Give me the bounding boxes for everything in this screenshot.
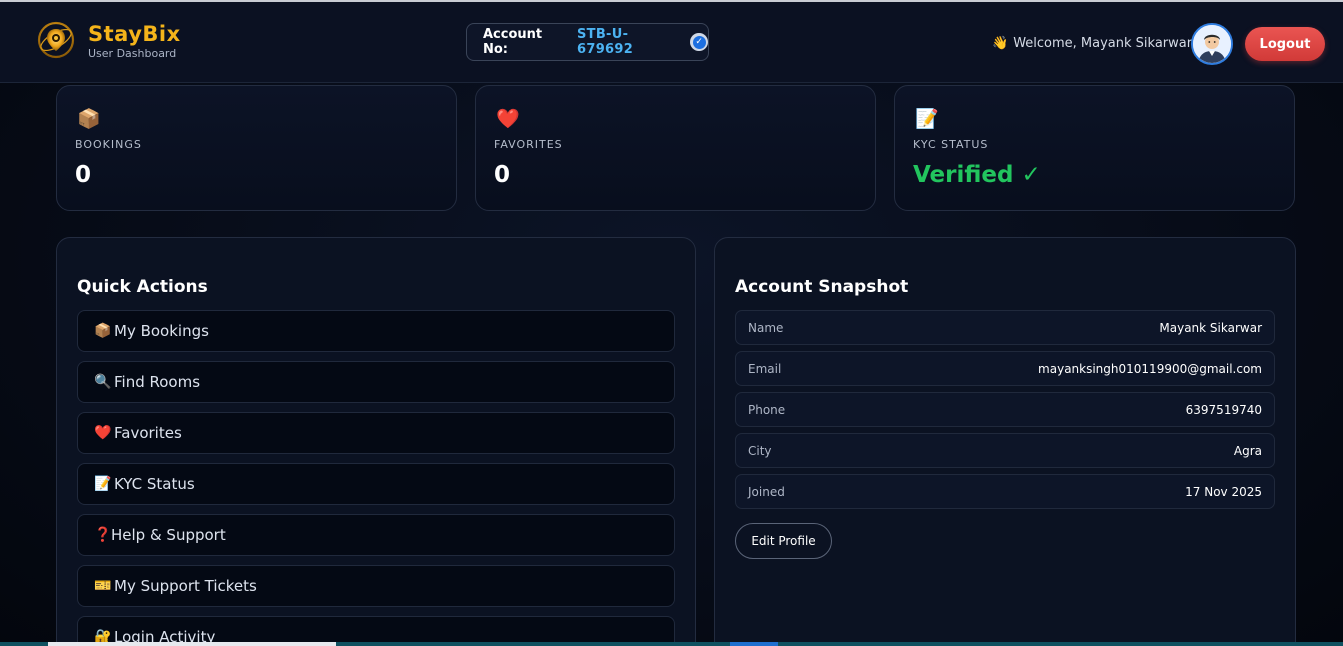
- logout-button[interactable]: Logout: [1245, 27, 1325, 61]
- snapshot-key: Email: [748, 361, 782, 376]
- snapshot-key: Name: [748, 320, 784, 335]
- horizontal-scrollbar-thumb[interactable]: [48, 642, 336, 646]
- snapshot-value: 17 Nov 2025: [1185, 484, 1262, 499]
- action-find-rooms[interactable]: 🔍 Find Rooms: [77, 361, 675, 403]
- kyc-status-value: Verified ✓: [913, 162, 1041, 188]
- top-header: StayBix User Dashboard Account No: STB-U…: [0, 2, 1343, 83]
- snapshot-row-name: Name Mayank Sikarwar: [735, 310, 1275, 345]
- welcome-message: 👋 Welcome, Mayank Sikarwar: [992, 36, 1192, 51]
- snapshot-value: mayanksingh010119900@gmail.com: [1038, 361, 1262, 376]
- stat-card-bookings: 📦 BOOKINGS 0: [56, 85, 457, 211]
- memo-icon: 📝: [915, 108, 939, 130]
- action-label: KYC Status: [114, 475, 195, 493]
- stat-label: FAVORITES: [494, 138, 563, 151]
- snapshot-key: City: [748, 443, 772, 458]
- heart-icon: ❤️: [496, 108, 520, 130]
- package-icon: 📦: [77, 108, 101, 130]
- stat-card-favorites: ❤️ FAVORITES 0: [475, 85, 876, 211]
- action-label: My Support Tickets: [114, 577, 257, 595]
- brand-name: StayBix: [88, 21, 181, 46]
- verified-check-icon: ✓: [690, 33, 708, 51]
- snapshot-value: 6397519740: [1185, 402, 1262, 417]
- edit-profile-button[interactable]: Edit Profile: [735, 523, 832, 559]
- action-label: Help & Support: [111, 526, 226, 544]
- snapshot-row-phone: Phone 6397519740: [735, 392, 1275, 427]
- snapshot-value: Mayank Sikarwar: [1159, 320, 1262, 335]
- welcome-text: Welcome, Mayank Sikarwar: [1013, 36, 1193, 51]
- brand[interactable]: StayBix User Dashboard: [36, 20, 181, 60]
- package-icon: 📦: [94, 323, 112, 339]
- stat-value: 0: [494, 162, 511, 188]
- bottom-indicator: [730, 642, 778, 646]
- action-label: My Bookings: [114, 322, 209, 340]
- snapshot-row-email: Email mayanksingh010119900@gmail.com: [735, 351, 1275, 386]
- stat-label: BOOKINGS: [75, 138, 142, 151]
- stat-card-kyc-status: 📝 KYC STATUS Verified ✓: [894, 85, 1295, 211]
- account-number-label: Account No:: [483, 27, 543, 57]
- action-label: Favorites: [114, 424, 182, 442]
- action-label: Find Rooms: [114, 373, 201, 391]
- snapshot-key: Phone: [748, 402, 786, 417]
- account-snapshot-panel: Account Snapshot Name Mayank Sikarwar Em…: [714, 237, 1296, 646]
- snapshot-key: Joined: [748, 484, 785, 499]
- brand-logo-icon: [37, 21, 75, 59]
- account-number-pill: Account No: STB-U-679692 ✓: [466, 23, 709, 61]
- brand-subtitle: User Dashboard: [88, 46, 177, 60]
- ticket-icon: 🎫: [94, 578, 112, 594]
- user-avatar-icon: [1193, 25, 1231, 63]
- panel-title: Account Snapshot: [735, 277, 909, 297]
- snapshot-row-city: City Agra: [735, 433, 1275, 468]
- action-kyc-status[interactable]: 📝 KYC Status: [77, 463, 675, 505]
- memo-icon: 📝: [94, 476, 112, 492]
- snapshot-row-joined: Joined 17 Nov 2025: [735, 474, 1275, 509]
- user-avatar[interactable]: [1191, 23, 1233, 65]
- waving-hand-icon: 👋: [992, 36, 1009, 51]
- snapshot-value: Agra: [1233, 443, 1262, 458]
- action-help-support[interactable]: ❓ Help & Support: [77, 514, 675, 556]
- search-icon: 🔍: [94, 374, 112, 390]
- action-support-tickets[interactable]: 🎫 My Support Tickets: [77, 565, 675, 607]
- heart-icon: ❤️: [94, 425, 112, 441]
- quick-actions-panel: Quick Actions 📦 My Bookings 🔍 Find Rooms…: [56, 237, 696, 646]
- account-number-value: STB-U-679692: [577, 27, 634, 57]
- stat-label: KYC STATUS: [913, 138, 989, 151]
- stat-value: 0: [75, 162, 92, 188]
- question-mark-icon: ❓: [94, 527, 112, 543]
- action-favorites[interactable]: ❤️ Favorites: [77, 412, 675, 454]
- panel-title: Quick Actions: [77, 277, 208, 297]
- action-my-bookings[interactable]: 📦 My Bookings: [77, 310, 675, 352]
